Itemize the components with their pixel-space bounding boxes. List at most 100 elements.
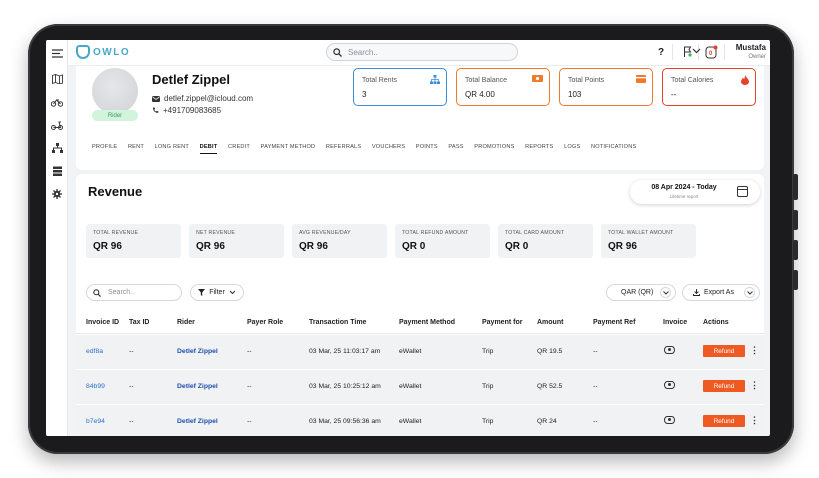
invoice-id-link[interactable]: edf8a <box>86 348 103 355</box>
tab-credit[interactable]: CREDIT <box>228 144 250 154</box>
metric-label: AVG REVENUE/DAY <box>299 230 351 236</box>
tab-referrals[interactable]: REFERRALS <box>326 144 361 154</box>
owl-logo-icon <box>76 45 90 59</box>
help-button[interactable]: ? <box>652 43 670 61</box>
chevron-down-icon <box>744 287 755 298</box>
scooter-icon[interactable] <box>50 118 64 132</box>
tab-payment-method[interactable]: PAYMENT METHOD <box>261 144 316 154</box>
metric-label: TOTAL REVENUE <box>93 230 139 236</box>
chevron-down-icon[interactable] <box>692 46 701 56</box>
more-actions-kebab-icon[interactable]: ⋮ <box>750 415 759 426</box>
date-range-sub: Lifetime report <box>669 194 699 199</box>
tab-promotions[interactable]: PROMOTIONS <box>474 144 514 154</box>
global-search-input[interactable]: Search.. <box>326 43 518 61</box>
export-button[interactable]: Export As <box>682 284 760 301</box>
revenue-panel: Revenue 08 Apr 2024 - Today Lifetime rep… <box>76 174 764 436</box>
user-name: Mustafa <box>735 43 766 52</box>
date-range-label: 08 Apr 2024 - Today <box>651 184 717 191</box>
stat-total-rents[interactable]: Total Rents 3 <box>353 68 447 106</box>
payment-for: Trip <box>482 383 494 390</box>
column-header[interactable]: Transaction Time <box>309 319 366 326</box>
stat-total-calories[interactable]: Total Calories -- <box>662 68 756 106</box>
payment-method: eWallet <box>399 418 422 425</box>
metric-value: QR 0 <box>402 241 426 252</box>
tab-pass[interactable]: PASS <box>448 144 463 154</box>
app-logo[interactable]: OWLO <box>76 45 130 59</box>
tab-vouchers[interactable]: VOUCHERS <box>372 144 405 154</box>
stat-total-points[interactable]: Total Points 103 <box>559 68 653 106</box>
date-range-picker[interactable]: 08 Apr 2024 - Today Lifetime report <box>630 180 760 204</box>
help-icon: ? <box>657 46 665 58</box>
view-invoice-eye-icon[interactable] <box>664 346 675 354</box>
calendar-icon <box>737 186 748 197</box>
rider-link[interactable]: Detlef Zippel <box>177 383 218 390</box>
rider-link[interactable]: Detlef Zippel <box>177 418 218 425</box>
invoice-id-link[interactable]: 84b99 <box>86 383 105 390</box>
currency-select[interactable]: QAR (QR) <box>606 284 676 301</box>
bike-icon[interactable] <box>50 95 64 109</box>
network-icon[interactable] <box>50 141 64 155</box>
payment-for: Trip <box>482 418 494 425</box>
gear-icon[interactable] <box>50 187 64 201</box>
tab-reports[interactable]: REPORTS <box>525 144 553 154</box>
table-row[interactable]: b7e94 -- Detlef Zippel -- 03 Mar, 25 09:… <box>76 405 764 436</box>
payment-ref: -- <box>593 348 598 355</box>
user-menu[interactable]: Mustafa Owner <box>718 43 766 60</box>
menu-icon[interactable] <box>50 46 64 60</box>
tab-points[interactable]: POINTS <box>416 144 438 154</box>
column-header[interactable]: Tax ID <box>129 319 150 326</box>
view-invoice-eye-icon[interactable] <box>664 381 675 389</box>
filter-label: Filter <box>209 289 225 296</box>
rider-profile-card: Rider Detlef Zippel detlef.zippel@icloud… <box>76 66 764 170</box>
invoice-id-link[interactable]: b7e94 <box>86 418 105 425</box>
tab-long-rent[interactable]: LONG RENT <box>155 144 189 154</box>
tab-logs[interactable]: LOGS <box>564 144 580 154</box>
view-invoice-eye-icon[interactable] <box>664 416 675 424</box>
payment-method: eWallet <box>399 383 422 390</box>
column-header[interactable]: Payment Method <box>399 319 455 326</box>
stat-value: -- <box>671 90 677 99</box>
column-header[interactable]: Rider <box>177 319 195 326</box>
more-actions-kebab-icon[interactable]: ⋮ <box>750 345 759 356</box>
column-header[interactable]: Payer Role <box>247 319 283 326</box>
column-header[interactable]: Invoice ID <box>86 319 119 326</box>
search-placeholder: Search.. <box>108 289 135 296</box>
transaction-time: 03 Mar, 25 10:25:12 am <box>309 383 381 390</box>
stat-label: Total Points <box>568 77 605 84</box>
column-header[interactable]: Payment for <box>482 319 522 326</box>
payer-role: -- <box>247 418 252 425</box>
payer-role: -- <box>247 348 252 355</box>
tab-profile[interactable]: PROFILE <box>92 144 117 154</box>
table-row[interactable]: 84b99 -- Detlef Zippel -- 03 Mar, 25 10:… <box>76 370 764 405</box>
metric-value: QR 96 <box>608 241 637 252</box>
table-search-input[interactable]: Search.. <box>86 284 182 301</box>
stat-value: QR 4.00 <box>465 90 495 99</box>
flag-icon <box>683 46 692 57</box>
tab-notifications[interactable]: NOTIFICATIONS <box>591 144 636 154</box>
metric-total-wallet: TOTAL WALLET AMOUNT QR 96 <box>601 224 696 258</box>
refund-button[interactable]: Refund <box>703 380 745 392</box>
layers-icon[interactable] <box>50 164 64 178</box>
refund-button[interactable]: Refund <box>703 415 745 427</box>
column-header[interactable]: Actions <box>703 319 729 326</box>
metric-avg-revenue-day: AVG REVENUE/DAY QR 96 <box>292 224 387 258</box>
column-header[interactable]: Invoice <box>663 319 687 326</box>
transaction-time: 03 Mar, 25 09:56:36 am <box>309 418 381 425</box>
rider-link[interactable]: Detlef Zippel <box>177 348 218 355</box>
stat-total-balance[interactable]: Total Balance QR 4.00 <box>456 68 550 106</box>
profile-tabs: PROFILE RENT LONG RENT DEBIT CREDIT PAYM… <box>92 144 647 154</box>
filter-button[interactable]: Filter <box>190 284 244 301</box>
tab-rent[interactable]: RENT <box>128 144 144 154</box>
column-header[interactable]: Amount <box>537 319 563 326</box>
tab-debit[interactable]: DEBIT <box>199 144 218 154</box>
column-header[interactable]: Payment Ref <box>593 319 635 326</box>
map-icon[interactable] <box>50 72 64 86</box>
refund-button[interactable]: Refund <box>703 345 745 357</box>
transaction-time: 03 Mar, 25 11:03:17 am <box>309 348 381 355</box>
side-button <box>793 210 798 230</box>
download-icon <box>693 289 700 296</box>
rider-email: detlef.zippel@icloud.com <box>164 94 254 103</box>
more-actions-kebab-icon[interactable]: ⋮ <box>750 380 759 391</box>
table-row[interactable]: edf8a -- Detlef Zippel -- 03 Mar, 25 11:… <box>76 335 764 370</box>
payer-role: -- <box>247 383 252 390</box>
